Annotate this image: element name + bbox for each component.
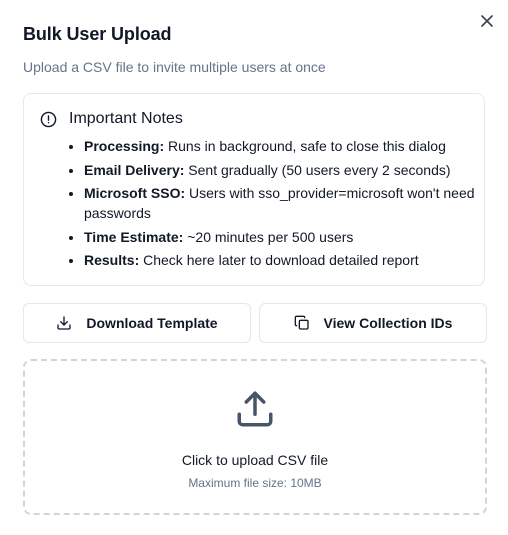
note-item: Microsoft SSO: Users with sso_provider=m… [84,183,492,223]
dialog-subtitle: Upload a CSV file to invite multiple use… [23,59,326,75]
view-collection-ids-label: View Collection IDs [323,315,453,331]
bulk-upload-dialog: Bulk User Upload Upload a CSV file to in… [0,0,508,535]
close-button[interactable] [478,12,496,30]
notes-header: Important Notes [40,110,183,128]
notes-title: Important Notes [69,110,183,127]
alert-circle-icon [40,111,57,127]
csv-upload-dropzone[interactable]: Click to upload CSV file Maximum file si… [23,359,487,515]
dialog-title: Bulk User Upload [23,24,172,44]
note-label: Email Delivery: [84,161,185,178]
note-label: Results: [84,252,140,268]
note-text: Check here later to download detailed re… [139,252,419,268]
note-item: Processing: Runs in background, safe to … [84,136,492,156]
note-item: Time Estimate: ~20 minutes per 500 users [84,227,492,247]
upload-label: Click to upload CSV file [181,452,329,468]
note-text: Sent gradually (50 users every 2 seconds… [184,161,451,178]
note-label: Microsoft SSO: [84,185,186,201]
view-collection-ids-button[interactable]: View Collection IDs [259,303,487,343]
note-text: Runs in background, safe to close this d… [164,138,446,154]
upload-icon [237,391,273,427]
download-icon [57,316,72,330]
important-notes-panel: Important Notes Processing: Runs in back… [23,93,485,286]
download-template-button[interactable]: Download Template [23,303,251,343]
note-item: Results: Check here later to download de… [84,250,492,270]
upload-size-hint: Maximum file size: 10MB [188,476,322,490]
download-template-label: Download Template [86,315,218,331]
notes-list: Processing: Runs in background, safe to … [68,136,492,274]
close-icon [481,15,493,27]
note-text: ~20 minutes per 500 users [183,228,354,245]
note-label: Processing: [84,138,165,154]
copy-icon [294,315,309,330]
note-label: Time Estimate: [84,228,184,245]
note-item: Email Delivery: Sent gradually (50 users… [84,160,492,180]
